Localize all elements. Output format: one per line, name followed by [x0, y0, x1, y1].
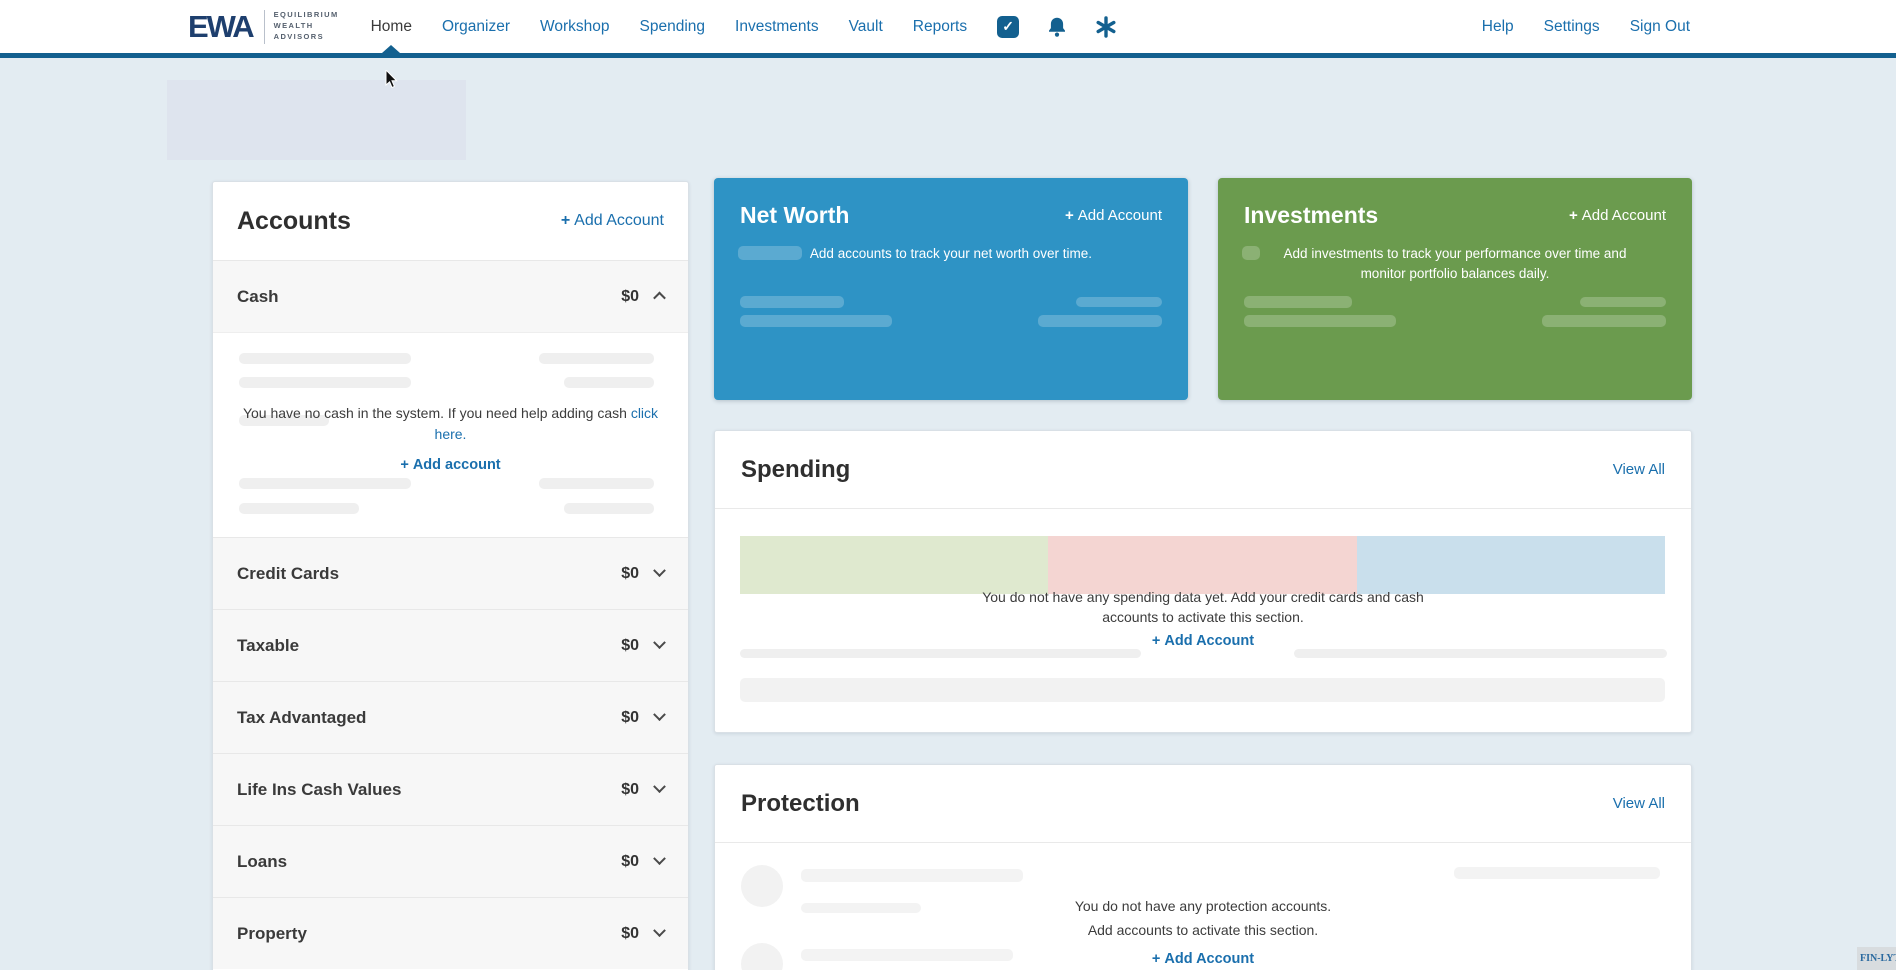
plus-icon: + — [1065, 207, 1074, 224]
logo-acronym: EWA — [188, 9, 255, 44]
tasks-checkbox-icon[interactable]: ✓ — [997, 15, 1020, 38]
spending-card: Spending View All You do not have any sp… — [714, 430, 1692, 733]
spending-band-blue — [1356, 536, 1665, 594]
spending-band-red — [1048, 536, 1357, 594]
account-section-value: $0 — [621, 564, 666, 583]
account-section-value: $0 — [621, 636, 666, 655]
net-worth-add-account-link[interactable]: + Add Account — [1065, 207, 1162, 224]
nav-item-spending[interactable]: Spending — [640, 18, 706, 36]
protection-title: Protection — [741, 789, 860, 817]
nav-item-reports[interactable]: Reports — [913, 18, 967, 36]
account-section-label: Taxable — [237, 635, 300, 655]
notifications-bell-icon[interactable] — [1046, 16, 1068, 38]
logo-wordmark: EQUILIBRIUM WEALTH ADVISORS — [273, 10, 339, 41]
spending-empty-message: You do not have any spending data yet. A… — [982, 589, 1424, 626]
protection-add-account-link[interactable]: + Add Account — [1152, 951, 1254, 967]
account-section-label: Life Ins Cash Values — [237, 779, 402, 799]
account-section-label: Property — [237, 923, 307, 943]
investments-card: Investments + Add Account Add investments… — [1218, 178, 1692, 400]
account-section-label: Loans — [237, 851, 288, 871]
primary-nav: Home Organizer Workshop Spending Investments… — [371, 18, 967, 53]
net-worth-empty-message: Add accounts to track your net worth ove… — [809, 246, 1093, 261]
plus-icon: + — [1569, 207, 1578, 224]
nav-item-workshop[interactable]: Workshop — [540, 18, 610, 36]
plus-icon: + — [400, 457, 409, 473]
net-worth-title: Net Worth — [740, 202, 850, 228]
account-section-label: Credit Cards — [237, 563, 340, 583]
account-section-value: $0 — [621, 780, 666, 799]
cash-empty-panel: You have no cash in the system. If you n… — [213, 332, 688, 537]
protection-empty-message: You do not have any protection accounts.… — [1074, 898, 1332, 938]
account-section-tax-advantaged[interactable]: Tax Advantaged $0 — [213, 681, 688, 753]
account-section-value: $0 — [621, 924, 666, 943]
chevron-down-icon — [653, 780, 666, 794]
accounts-title: Accounts — [237, 206, 351, 235]
chevron-down-icon — [653, 708, 666, 722]
nav-item-home[interactable]: Home — [371, 18, 412, 53]
account-section-value: $0 — [621, 852, 666, 871]
nav-icon-group: ✓ — [997, 15, 1117, 38]
investments-empty-message: Add investments to track your performanc… — [1283, 246, 1627, 282]
account-section-label: Tax Advantaged — [237, 707, 367, 727]
chevron-down-icon — [653, 924, 666, 938]
plus-icon: + — [1151, 951, 1161, 967]
account-section-property[interactable]: Property $0 — [213, 897, 688, 969]
account-section-loans[interactable]: Loans $0 — [213, 825, 688, 897]
cash-empty-message: You have no cash in the system. If you n… — [242, 405, 659, 442]
account-section-value: $0 — [621, 708, 666, 727]
spending-placeholder-chart — [740, 536, 1665, 594]
account-section-taxable[interactable]: Taxable $0 — [213, 609, 688, 681]
accounts-card: Accounts + Add Account Cash $0 You have n… — [212, 181, 689, 970]
chevron-up-icon — [653, 291, 666, 305]
chevron-down-icon — [653, 636, 666, 650]
spending-add-account-link[interactable]: + Add Account — [1152, 633, 1254, 649]
account-section-life-ins-cash-values[interactable]: Life Ins Cash Values $0 — [213, 753, 688, 825]
chevron-down-icon — [653, 852, 666, 866]
plus-icon: + — [1151, 633, 1161, 649]
nav-item-vault[interactable]: Vault — [849, 18, 883, 36]
spending-title: Spending — [741, 455, 851, 483]
account-section-credit-cards[interactable]: Credit Cards $0 — [213, 537, 688, 609]
finlyt-watermark: FIN-LYT — [1857, 947, 1896, 970]
protection-card: Protection View All You do not have any … — [714, 764, 1692, 970]
account-section-cash[interactable]: Cash $0 — [213, 260, 688, 332]
nav-item-investments[interactable]: Investments — [735, 18, 819, 36]
top-navbar: EWA EQUILIBRIUM WEALTH ADVISORS Home Orga… — [0, 0, 1896, 58]
nav-item-sign-out[interactable]: Sign Out — [1630, 18, 1690, 36]
spending-view-all-link[interactable]: View All — [1613, 461, 1665, 478]
net-worth-card: Net Worth + Add Account Add accounts to t… — [714, 178, 1188, 400]
accounts-add-account-link[interactable]: + Add Account — [561, 212, 664, 230]
spending-band-green — [740, 536, 1049, 594]
greeting-placeholder-skeleton — [167, 80, 466, 160]
nav-item-settings[interactable]: Settings — [1544, 18, 1600, 36]
nav-item-help[interactable]: Help — [1482, 18, 1514, 36]
investments-title: Investments — [1244, 202, 1379, 228]
logo-separator — [263, 9, 265, 44]
investments-add-account-link[interactable]: + Add Account — [1569, 207, 1666, 224]
quick-actions-asterisk-icon[interactable] — [1095, 15, 1117, 38]
cash-add-account-link[interactable]: + Add account — [400, 457, 500, 473]
protection-view-all-link[interactable]: View All — [1613, 795, 1665, 812]
secondary-nav: Help Settings Sign Out — [1482, 0, 1690, 53]
nav-item-organizer[interactable]: Organizer — [442, 18, 510, 36]
plus-icon: + — [560, 212, 571, 229]
company-logo[interactable]: EWA EQUILIBRIUM WEALTH ADVISORS — [188, 9, 339, 44]
chevron-down-icon — [653, 564, 666, 578]
